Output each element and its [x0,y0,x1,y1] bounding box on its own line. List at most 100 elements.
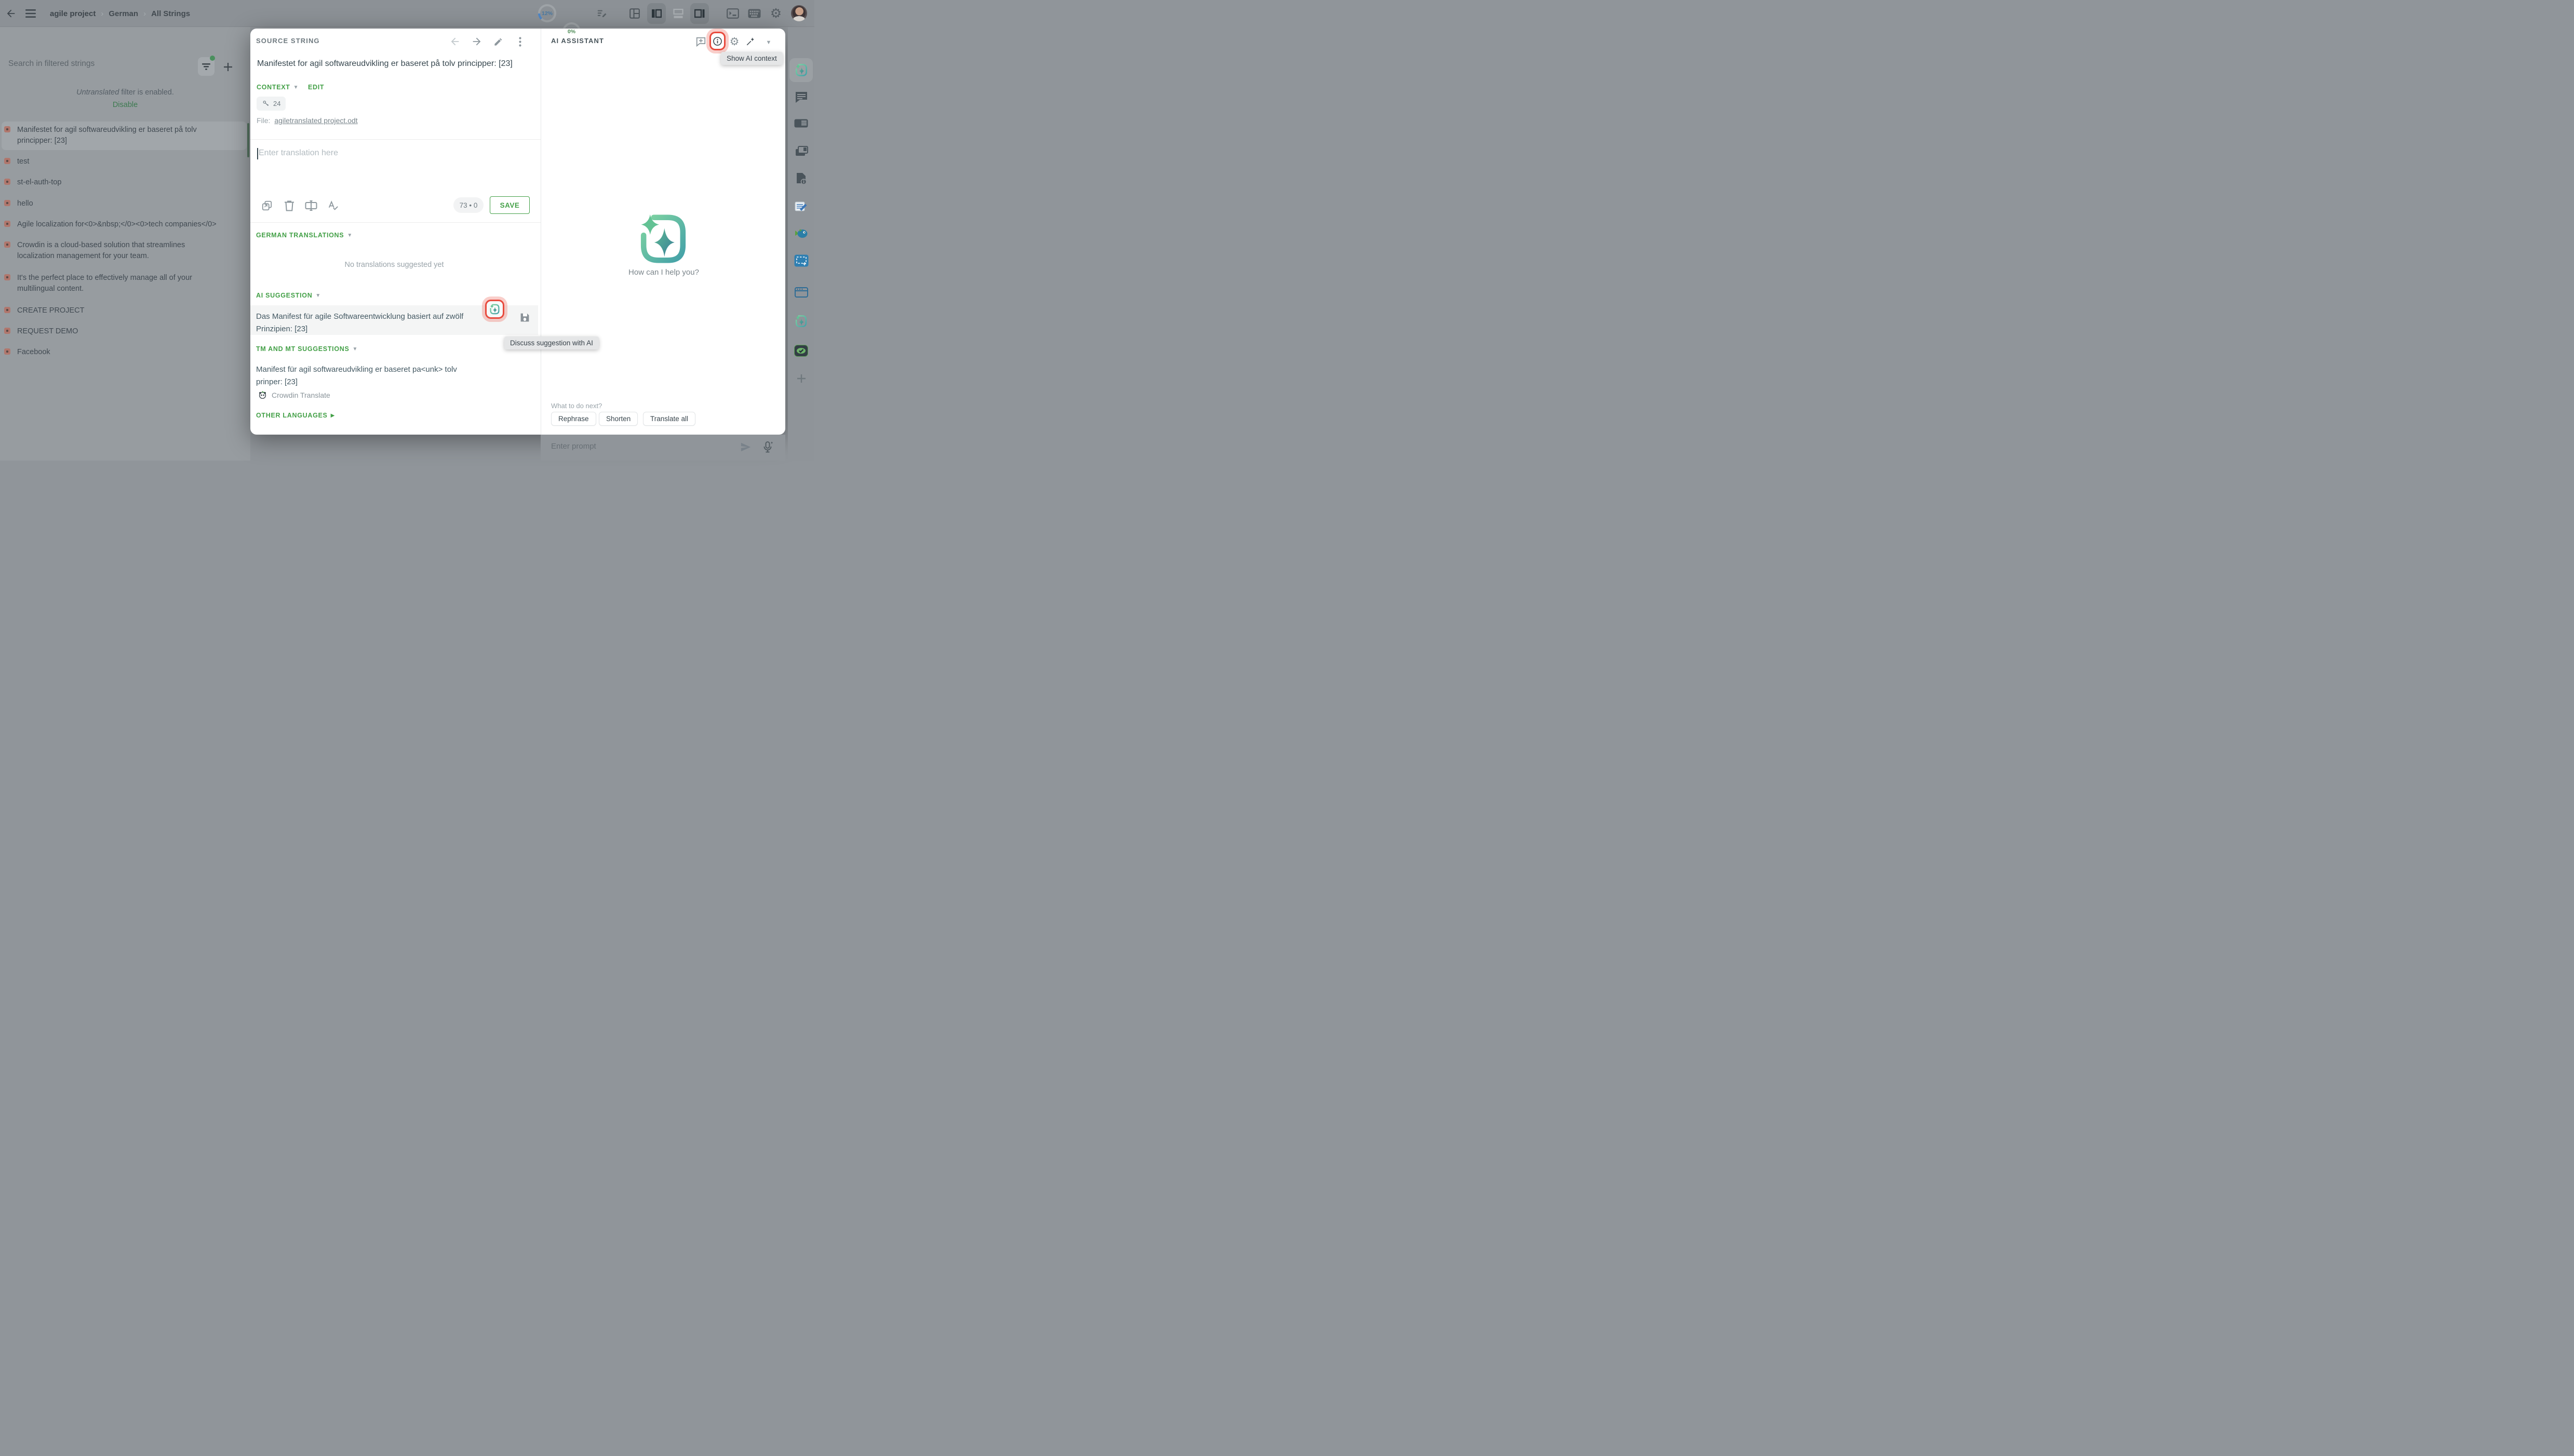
kebab-menu-icon [519,37,521,47]
search-input[interactable] [8,59,180,69]
filter-icon [202,62,211,71]
list-item[interactable]: It's the perfect place to effectively ma… [4,272,244,294]
layout-rows-button[interactable] [669,3,687,24]
edit-context-link[interactable]: EDIT [308,84,324,91]
breadcrumb-strings[interactable]: All Strings [151,9,190,18]
ai-suggestion-section-header[interactable]: AI SUGGESTION▼ [256,292,320,299]
ai-prompt-bar [541,435,785,461]
clear-translation-button[interactable] [283,199,296,212]
file-context-tab[interactable] [788,172,814,185]
arrow-right-icon [471,36,482,47]
settings-button[interactable]: ⚙ [767,3,785,24]
magic-wand-icon [745,36,756,47]
notes-plugin-tab[interactable] [788,200,814,212]
file-link[interactable]: agiletranslated project.odt [274,116,357,125]
list-item[interactable]: test [4,156,244,167]
layout-side-by-side-icon [651,8,662,19]
ai-tools-button[interactable] [744,35,757,48]
text-caret [257,148,258,159]
voice-prompt-button[interactable] [761,440,774,454]
glossary-tab[interactable] [788,145,814,157]
plus-icon [796,373,807,384]
chat-plus-icon [695,37,706,47]
untranslated-status-icon [4,221,10,227]
list-item[interactable]: Crowdin is a cloud-based solution that s… [4,239,244,262]
list-item[interactable]: Facebook [4,346,244,358]
ai-settings-button[interactable]: ⚙ [728,35,741,48]
menu-button[interactable] [22,3,39,24]
user-menu[interactable] [791,5,807,21]
tm-suggestion-text[interactable]: Manifest für agil softwareudvikling er b… [256,363,485,388]
chevron-right-icon: › [101,9,103,18]
other-languages-header[interactable]: OTHER LANGUAGES▶ [256,412,334,419]
list-item[interactable]: hello [4,198,244,209]
fish-logo-icon [795,227,808,240]
browser-plugin-tab[interactable] [788,287,814,298]
browser-window-icon [795,287,808,298]
translate-all-button[interactable]: Translate all [643,412,695,426]
console-button[interactable] [724,3,742,24]
send-prompt-button[interactable] [740,441,752,453]
translated-progress-ring[interactable]: 12% [538,4,556,22]
fishtext-plugin-tab[interactable] [788,227,814,240]
untranslated-status-icon [4,307,10,313]
disable-filter-link[interactable]: Disable [0,101,250,109]
ai-tools-plugin-tab[interactable] [788,314,814,328]
ai-header-dropdown[interactable]: ▼ [762,36,775,49]
context-toggle[interactable]: CONTEXT▼ [257,84,299,91]
string-details-tab[interactable] [788,119,814,128]
edit-source-button[interactable] [491,35,505,48]
back-button[interactable] [2,3,20,24]
tm-provider-label: Crowdin Translate [272,391,330,399]
select-text-button[interactable] [304,199,318,212]
divider [250,139,541,140]
breadcrumb: agile project › German › All Strings [50,0,190,27]
editor-mode-button[interactable] [593,3,611,24]
strings-list-panel: Untranslated filter is enabled. Disable … [0,27,250,461]
terminal-icon [727,8,739,19]
layout-grid-button[interactable] [626,3,644,24]
layout-right-panel-button[interactable] [690,3,709,24]
translations-section-header[interactable]: GERMAN TRANSLATIONS▼ [256,232,352,239]
save-button[interactable]: SAVE [490,196,530,214]
rephrase-button[interactable]: Rephrase [551,412,596,426]
approved-progress-ring[interactable]: 0% [562,22,581,41]
string-key-badge[interactable]: 24 [257,97,286,111]
previous-string-button[interactable] [448,35,462,48]
filter-active-badge [210,56,215,61]
crowdin-editor: agile project › German › All Strings 12%… [0,0,814,461]
list-item[interactable]: st-el-auth-top [4,177,244,188]
list-item[interactable]: Agile localization for<0>&nbsp;</0><0>te… [4,219,244,230]
breadcrumb-language[interactable]: German [109,9,138,18]
add-string-button[interactable] [222,61,234,73]
copy-source-button[interactable] [260,199,274,212]
list-item[interactable]: Manifestet for agil softwareudvikling er… [4,124,244,146]
discuss-suggestion-with-ai-button[interactable] [485,300,504,319]
untranslated-status-icon [4,328,10,334]
chevron-down-icon: ▼ [315,293,320,299]
more-options-button[interactable] [513,35,527,48]
save-suggestion-button[interactable] [519,312,530,323]
show-ai-context-button[interactable] [709,32,726,50]
tm-section-header[interactable]: TM AND MT SUGGESTIONS▼ [256,345,357,353]
shorten-button[interactable]: Shorten [599,412,638,426]
ai-prompt-input[interactable] [551,442,707,451]
breadcrumb-project[interactable]: agile project [50,9,96,18]
comments-tab[interactable] [788,91,814,103]
list-item[interactable]: REQUEST DEMO [4,326,244,337]
screenshot-plugin-tab[interactable] [788,254,814,267]
crowdin-translate-icon [258,390,267,399]
new-ai-chat-button[interactable] [694,35,707,48]
next-string-button[interactable] [470,35,484,48]
shortcuts-button[interactable] [745,3,763,24]
ai-assistant-tab[interactable] [788,63,814,77]
spellcheck-button[interactable] [326,199,340,212]
list-item[interactable]: CREATE PROJECT [4,305,244,316]
avatar [791,5,807,21]
layout-rows-icon [673,8,683,19]
review-plugin-tab[interactable] [788,345,814,357]
add-plugin-button[interactable] [788,373,814,384]
layout-side-by-side-button[interactable] [647,3,666,24]
list-scrollbar[interactable] [247,123,249,157]
translation-input[interactable] [259,149,529,158]
